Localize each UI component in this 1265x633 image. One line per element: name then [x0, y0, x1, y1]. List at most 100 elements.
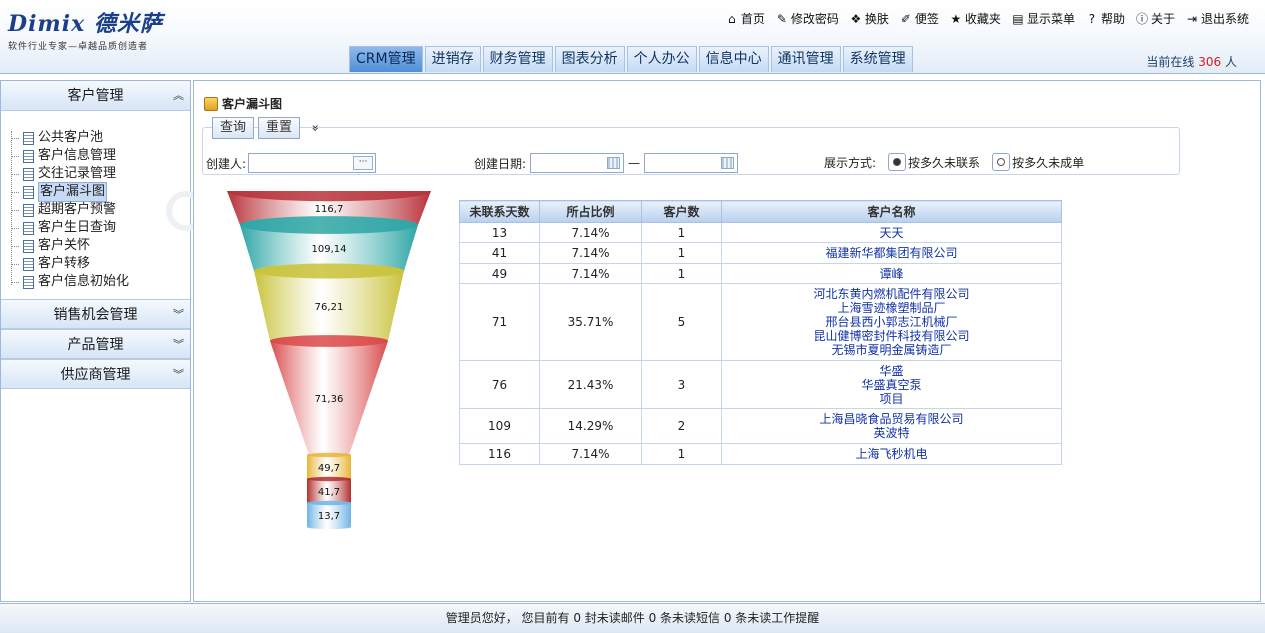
- sidebar-item[interactable]: 公共客户池: [11, 129, 190, 147]
- document-icon: [23, 131, 34, 145]
- expand-icon[interactable]: ︾: [173, 360, 184, 390]
- expand-icon[interactable]: ︾: [173, 330, 184, 360]
- customer-link[interactable]: 上海飞秒机电: [722, 447, 1061, 461]
- expand-icon[interactable]: ︾: [173, 300, 184, 330]
- customer-link[interactable]: 项目: [722, 392, 1061, 406]
- customer-link[interactable]: 邢台县西小郭志江机械厂: [722, 315, 1061, 329]
- nav-tab[interactable]: CRM管理: [349, 46, 423, 72]
- panel-header[interactable]: 供应商管理 ︾: [1, 359, 190, 389]
- cell-customer-names: 上海昌晓食品贸易有限公司 英波特: [721, 408, 1062, 444]
- toplink-star[interactable]: ★ 收藏夹: [949, 10, 1001, 27]
- cell-customer-names: 上海飞秒机电: [721, 443, 1062, 465]
- sidebar-item[interactable]: 客户生日查询: [11, 219, 190, 237]
- customer-link[interactable]: 华盛真空泵: [722, 378, 1061, 392]
- calendar-icon[interactable]: [607, 157, 621, 169]
- document-icon: [23, 185, 34, 199]
- toplink-palette[interactable]: ❖ 换肤: [849, 10, 889, 27]
- cell-days: 76: [459, 360, 540, 409]
- toplink-label: 换肤: [864, 12, 889, 26]
- sidebar-item[interactable]: 客户关怀: [11, 237, 190, 255]
- toplink-key[interactable]: ✎ 修改密码: [775, 10, 839, 27]
- cell-count: 5: [641, 283, 722, 361]
- document-icon: [23, 257, 34, 271]
- table-row: 76 21.43% 3 华盛 华盛真空泵 项目: [459, 360, 1062, 409]
- funnel-segment-label: 116,7: [315, 204, 344, 215]
- date-label: 创建日期:: [474, 156, 527, 171]
- online-count: 当前在线 306 人: [1146, 53, 1237, 70]
- online-suffix: 人: [1224, 55, 1237, 69]
- radio-no-deal[interactable]: [992, 153, 1011, 171]
- help-icon: ?: [1088, 11, 1096, 26]
- sidebar-item-label: 客户转移: [38, 256, 91, 271]
- logo: Dimix 德米萨 软件行业专家—卓越品质创造者: [8, 6, 163, 52]
- customer-link[interactable]: 昆山健博密封件科技有限公司: [722, 329, 1061, 343]
- sidebar-item-label: 客户信息初始化: [38, 274, 130, 289]
- nav-tab[interactable]: 信息中心: [698, 46, 769, 72]
- note-icon: ✐: [900, 11, 911, 26]
- sidebar-item[interactable]: 客户信息管理: [11, 147, 190, 165]
- document-icon: [23, 239, 34, 253]
- customer-link[interactable]: 福建新华都集团有限公司: [722, 246, 1061, 260]
- toplink-label: 收藏夹: [964, 12, 1001, 26]
- toplink-label: 显示菜单: [1026, 12, 1075, 26]
- query-button[interactable]: 查询: [212, 117, 255, 139]
- funnel-segment-label: 71,36: [315, 394, 344, 405]
- customer-link[interactable]: 华盛: [722, 364, 1061, 378]
- main-content: 客户漏斗图 查询 重置 » 创建人: ··· 创建日期: — 展示方式: 按多久…: [193, 80, 1261, 602]
- sidebar: 客户管理 ︽ 公共客户池 客户信息管理 交往记录管理 客户漏斗图 超期客户预警 客户生日查…: [0, 80, 206, 602]
- customer-link[interactable]: 天天: [722, 226, 1061, 240]
- toplink-help[interactable]: ? 帮助: [1085, 10, 1125, 27]
- nav-tab[interactable]: 财务管理: [482, 46, 553, 72]
- page-title-text: 客户漏斗图: [222, 97, 283, 111]
- date-to-input[interactable]: [644, 153, 739, 173]
- funnel-segment-top: [240, 216, 418, 234]
- funnel-segment-label: 76,21: [315, 302, 344, 313]
- nav-tab[interactable]: 进销存: [424, 46, 481, 72]
- table-row: 41 7.14% 1 福建新华都集团有限公司: [459, 242, 1062, 264]
- customer-link[interactable]: 谭峰: [722, 267, 1061, 281]
- nav-tab[interactable]: 通讯管理: [770, 46, 841, 72]
- cell-pct: 21.43%: [539, 360, 642, 409]
- sidebar-item[interactable]: 客户漏斗图: [11, 182, 190, 202]
- table-row: 71 35.71% 5 河北东黄内燃机配件有限公司 上海雪迹橡塑制品厂 邢台县西小郭志江机…: [459, 283, 1062, 361]
- expand-icon[interactable]: »: [309, 124, 323, 131]
- panel-header[interactable]: 销售机会管理 ︾: [1, 299, 190, 329]
- customer-link[interactable]: 无锡市夏明金属铸造厂: [722, 343, 1061, 357]
- collapse-icon[interactable]: ︽: [173, 81, 184, 111]
- funnel-segment-label: 49,7: [318, 463, 340, 474]
- funnel-segment-label: 41,7: [318, 487, 340, 498]
- customer-link[interactable]: 河北东黄内燃机配件有限公司: [722, 287, 1061, 301]
- funnel-segment-top: [307, 476, 351, 482]
- creator-picker-button[interactable]: ···: [353, 156, 374, 170]
- reset-button[interactable]: 重置: [258, 117, 301, 139]
- table-row: 116 7.14% 1 上海飞秒机电: [459, 443, 1062, 465]
- toplink-exit[interactable]: ⇥ 退出系统: [1185, 10, 1249, 27]
- customer-link[interactable]: 上海雪迹橡塑制品厂: [722, 301, 1061, 315]
- nav-tab[interactable]: 个人办公: [626, 46, 697, 72]
- toplink-menu[interactable]: ▤ 显示菜单: [1011, 10, 1075, 27]
- sidebar-item[interactable]: 客户转移: [11, 255, 190, 273]
- nav-tab[interactable]: 图表分析: [554, 46, 625, 72]
- toplink-note[interactable]: ✐ 便签: [899, 10, 939, 27]
- online-prefix: 当前在线: [1146, 55, 1195, 69]
- panel-header[interactable]: 产品管理 ︾: [1, 329, 190, 359]
- creator-input[interactable]: ···: [248, 153, 377, 173]
- customer-link[interactable]: 上海昌晓食品贸易有限公司: [722, 412, 1061, 426]
- sidebar-item-label: 交往记录管理: [38, 166, 117, 181]
- sidebar-item[interactable]: 客户信息初始化: [11, 273, 190, 291]
- toplink-home[interactable]: ⌂ 首页: [725, 10, 765, 27]
- header: Dimix 德米萨 软件行业专家—卓越品质创造者 ⌂ 首页 ✎ 修改密码 ❖ 换肤 ✐ 便签 ★…: [0, 0, 1265, 74]
- sidebar-item[interactable]: 交往记录管理: [11, 165, 190, 183]
- nav-tab[interactable]: 系统管理: [842, 46, 913, 72]
- panel-customer-management[interactable]: 客户管理 ︽: [1, 81, 190, 111]
- cell-customer-names: 华盛 华盛真空泵 项目: [721, 360, 1062, 409]
- radio-not-contacted[interactable]: [888, 153, 907, 171]
- cell-count: 1: [641, 443, 722, 465]
- sidebar-item[interactable]: 超期客户预警: [11, 201, 190, 219]
- radio-not-contacted-label: 按多久未联系: [908, 155, 981, 170]
- customer-link[interactable]: 英波特: [722, 426, 1061, 440]
- funnel-segment-label: 109,14: [312, 244, 347, 255]
- calendar-icon[interactable]: [721, 157, 735, 169]
- date-from-input[interactable]: [530, 153, 625, 173]
- toplink-info[interactable]: ⓘ 关于: [1135, 10, 1175, 27]
